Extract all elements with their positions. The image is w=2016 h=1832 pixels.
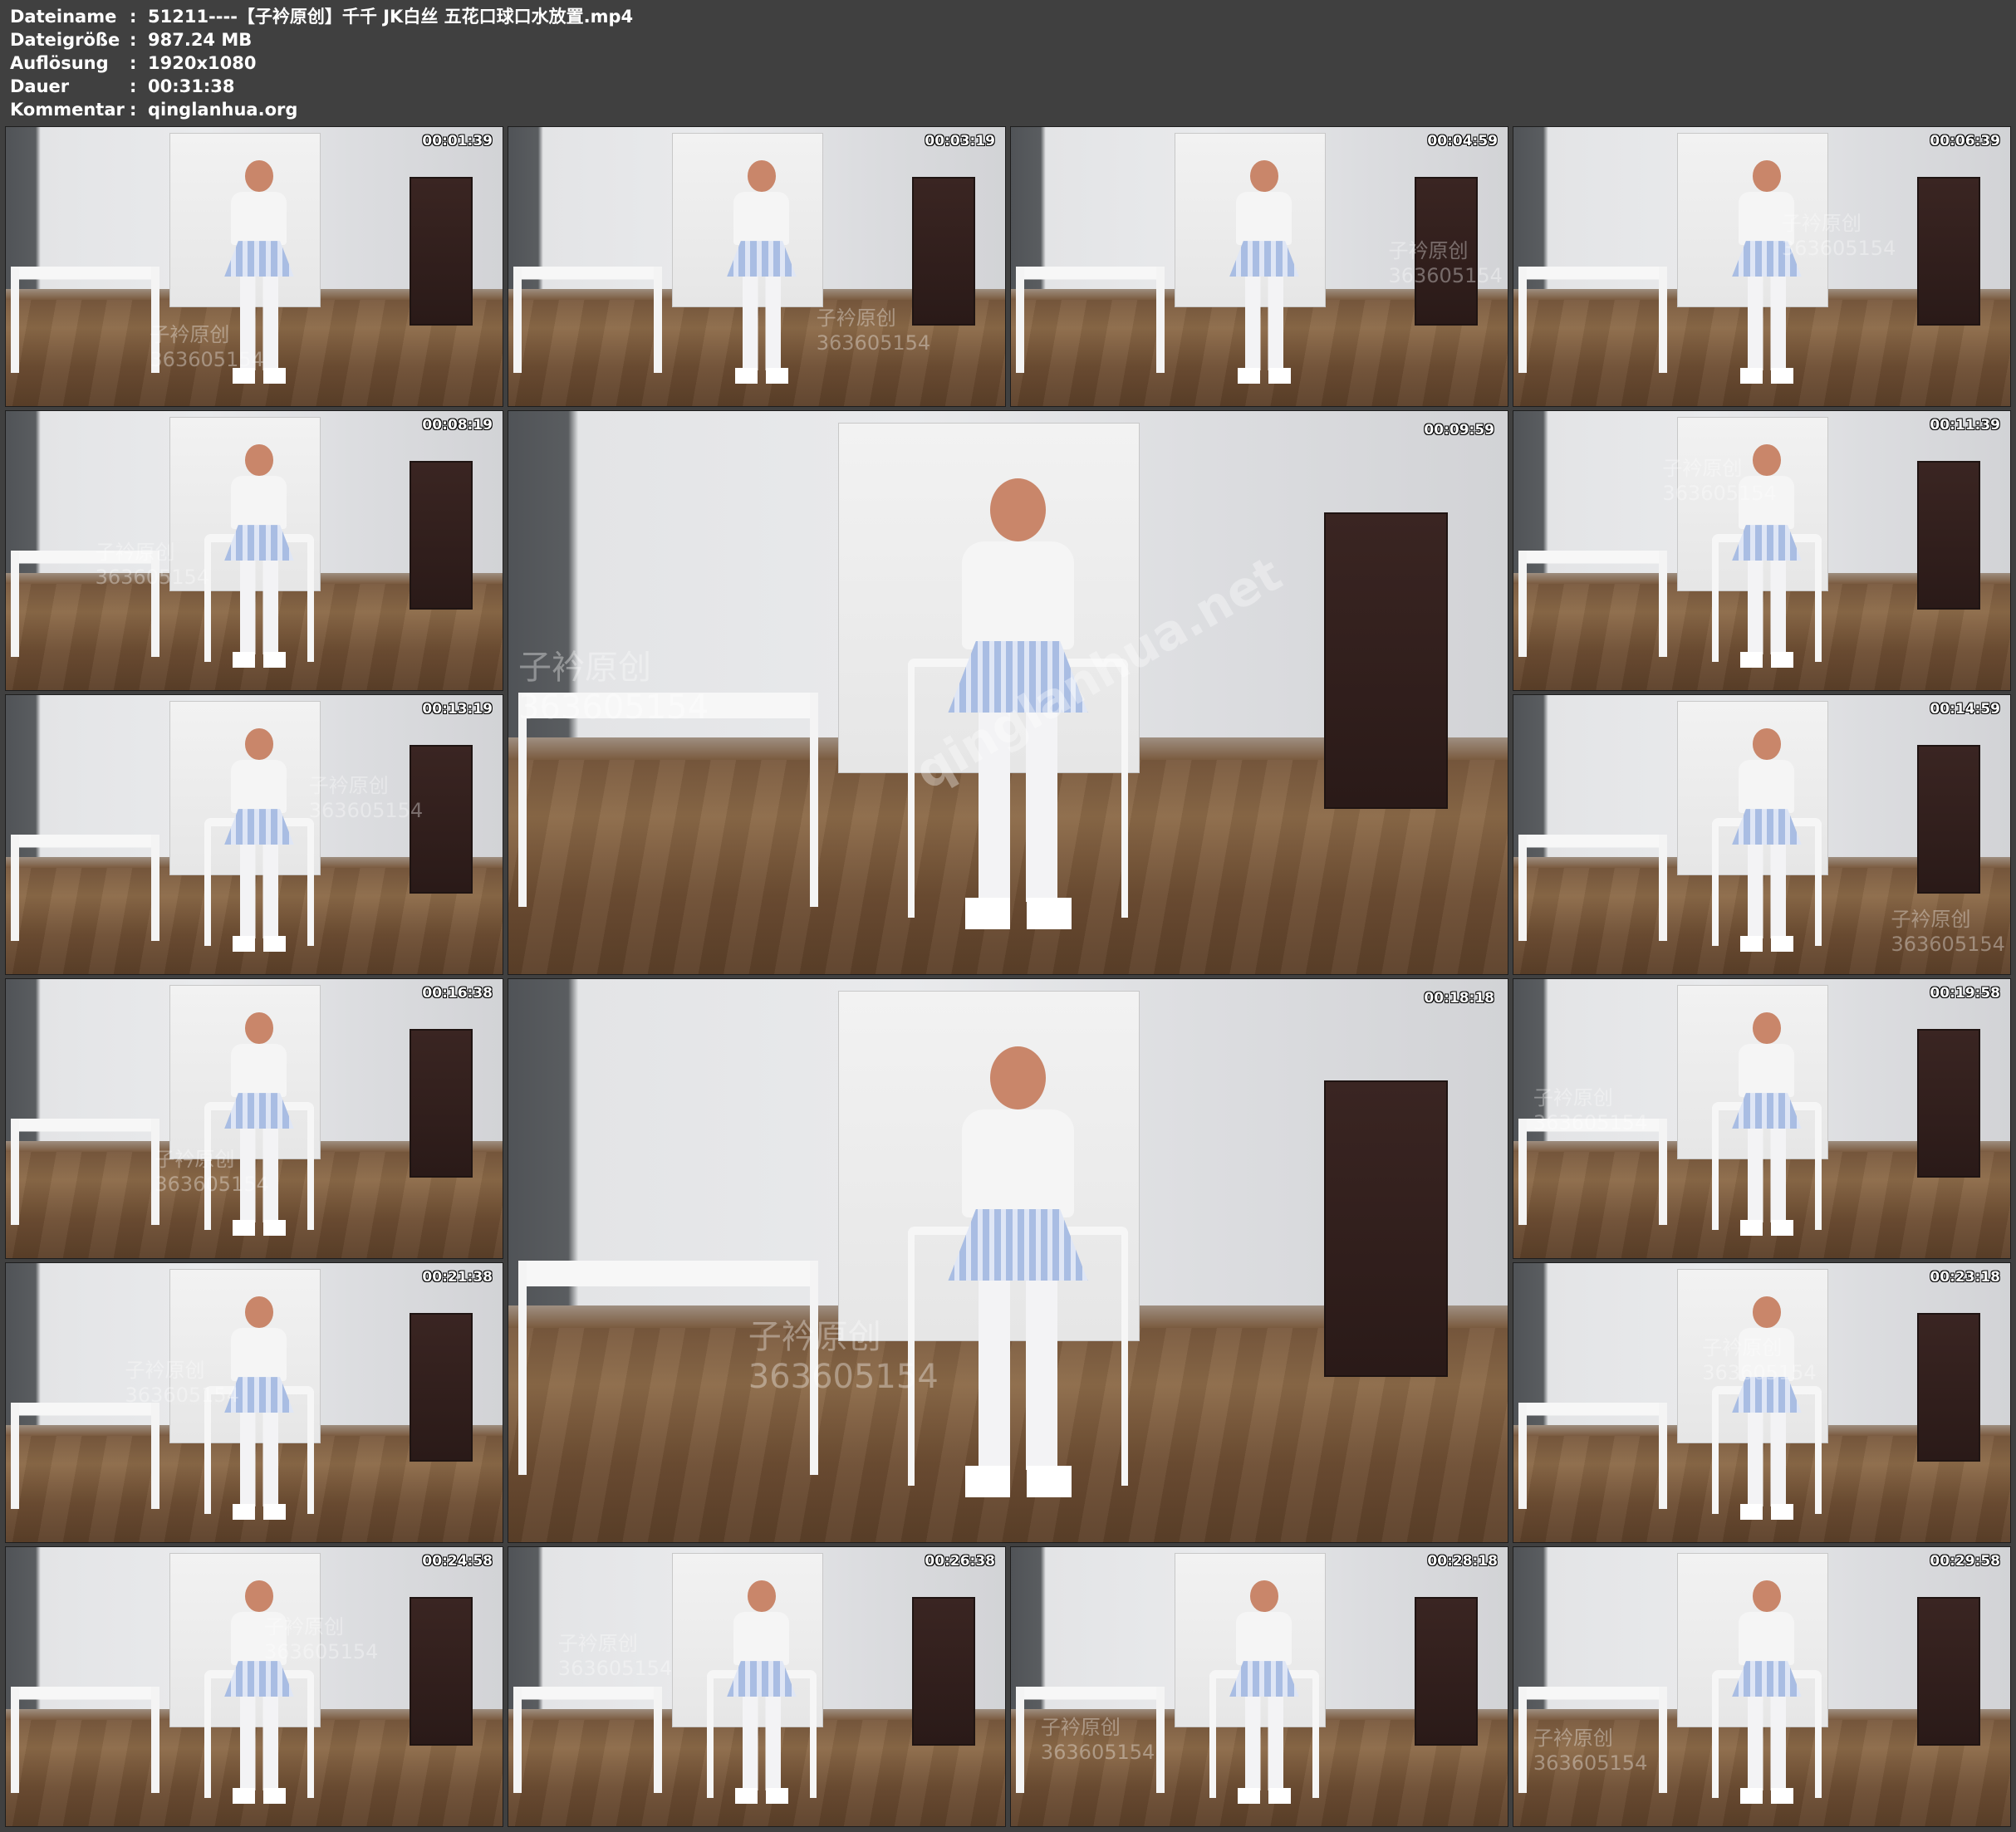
watermark: 子衿原创 363605154 <box>150 323 264 372</box>
watermark: 子衿原创 363605154 <box>1891 908 2005 957</box>
thumbnail-timestamp: 00:28:18 <box>1427 1553 1498 1570</box>
scene-door <box>410 461 473 610</box>
watermark: 子衿原创 363605154 <box>1533 1085 1648 1134</box>
scene-table <box>1518 551 1668 657</box>
person-figure <box>1732 728 1802 953</box>
scene-door <box>912 177 976 326</box>
person-figure <box>727 1580 797 1805</box>
person-figure <box>224 444 294 669</box>
scene-door <box>410 1597 473 1746</box>
scene-door <box>1917 1313 1981 1462</box>
scene-door <box>1917 745 1981 894</box>
person-figure <box>1229 1580 1299 1805</box>
scene-door <box>1917 461 1981 610</box>
scene-table <box>1015 267 1165 373</box>
watermark: 子衿原创 363605154 <box>125 1359 239 1408</box>
scene-door <box>912 1597 976 1746</box>
video-thumbnail[interactable]: 子衿原创 363605154 00:16:38 <box>5 978 503 1259</box>
scene-door <box>1917 177 1981 326</box>
video-thumbnail[interactable]: 子衿原创 363605154 00:14:59 <box>1513 694 2011 975</box>
person-figure <box>727 160 797 385</box>
scene-table <box>513 1687 663 1793</box>
video-thumbnail[interactable]: 子衿原创 363605154 00:23:18 <box>1513 1262 2011 1543</box>
watermark: 子衿原创 363605154 <box>518 648 709 727</box>
video-thumbnail[interactable]: 子衿原创 363605154 00:03:19 <box>508 126 1006 407</box>
video-thumbnail[interactable]: 子衿原创 363605154 00:29:58 <box>1513 1546 2011 1827</box>
scene-table <box>1518 267 1668 373</box>
watermark: 子衿原创 363605154 <box>308 774 424 823</box>
scene-door <box>1917 1029 1981 1178</box>
video-thumbnail[interactable]: 子衿原创 363605154 00:06:39 <box>1513 126 2011 407</box>
scene-table <box>1518 835 1668 941</box>
person-figure <box>948 1046 1088 1497</box>
thumbnail-timestamp: 00:23:18 <box>1930 1269 2000 1286</box>
person-figure <box>224 1012 294 1237</box>
video-thumbnail-large[interactable]: 子衿原创 363605154 00:18:18 <box>508 978 1508 1543</box>
person-figure <box>1732 1012 1802 1237</box>
scene-door <box>410 1029 473 1178</box>
watermark: 子衿原创 363605154 <box>748 1317 939 1396</box>
video-thumbnail[interactable]: 子衿原创 363605154 00:08:19 <box>5 410 503 691</box>
person-figure <box>1732 1580 1802 1805</box>
scene-table <box>513 267 663 373</box>
person-figure <box>1732 1296 1802 1521</box>
thumbnail-timestamp: 00:08:19 <box>422 417 493 434</box>
watermark: 子衿原创 363605154 <box>1388 239 1503 288</box>
watermark: 子衿原创 363605154 <box>1040 1715 1155 1764</box>
thumbnail-timestamp: 00:03:19 <box>925 133 995 149</box>
watermark: 子衿原创 363605154 <box>95 540 210 589</box>
thumbnail-timestamp: 00:18:18 <box>1424 990 1494 1007</box>
thumbnail-timestamp: 00:14:59 <box>1930 701 2000 718</box>
thumbnail-timestamp: 00:29:58 <box>1930 1553 2000 1570</box>
thumbnail-timestamp: 00:19:58 <box>1930 985 2000 1002</box>
thumbnail-timestamp: 00:16:38 <box>422 985 493 1002</box>
thumbnail-timestamp: 00:13:19 <box>422 701 493 718</box>
video-thumbnail[interactable]: 子衿原创 363605154 00:24:58 <box>5 1546 503 1827</box>
video-thumbnail[interactable]: 子衿原创 363605154 00:13:19 <box>5 694 503 975</box>
thumbnail-timestamp: 00:24:58 <box>422 1553 493 1570</box>
watermark: 子衿原创 363605154 <box>1781 211 1896 260</box>
scene-door <box>1415 1597 1479 1746</box>
thumbnail-timestamp: 00:04:59 <box>1427 133 1498 149</box>
scene-table <box>10 1687 160 1793</box>
watermark: 子衿原创 363605154 <box>1662 456 1777 505</box>
thumbnail-grid: 子衿原创 363605154 00:01:39 子衿原创 363605154 00:… <box>0 0 2016 1832</box>
thumbnail-timestamp: 00:21:38 <box>422 1269 493 1286</box>
scene-table <box>10 835 160 941</box>
video-thumbnail[interactable]: 子衿原创 363605154 00:11:39 <box>1513 410 2011 691</box>
thumbnail-timestamp: 00:26:38 <box>925 1553 995 1570</box>
scene-table <box>10 1403 160 1509</box>
scene-door <box>1324 1080 1448 1377</box>
person-figure <box>1229 160 1299 385</box>
thumbnail-timestamp: 00:06:39 <box>1930 133 2000 149</box>
scene-table <box>10 1119 160 1225</box>
scene-door <box>1324 512 1448 809</box>
video-thumbnail[interactable]: 子衿原创 363605154 00:28:18 <box>1010 1546 1508 1827</box>
scene-table <box>10 267 160 373</box>
person-figure <box>224 1296 294 1521</box>
scene-table <box>1518 1403 1668 1509</box>
watermark: 子衿原创 363605154 <box>263 1614 379 1663</box>
watermark: 子衿原创 363605154 <box>1702 1336 1817 1385</box>
video-thumbnail[interactable]: 子衿原创 363605154 00:19:58 <box>1513 978 2011 1259</box>
thumbnail-timestamp: 00:11:39 <box>1930 417 2000 434</box>
video-thumbnail[interactable]: 子衿原创 363605154 00:04:59 <box>1010 126 1508 407</box>
scene-door <box>1917 1597 1981 1746</box>
watermark: 子衿原创 363605154 <box>1533 1727 1648 1776</box>
thumbnail-timestamp: 00:09:59 <box>1424 422 1494 438</box>
video-thumbnail[interactable]: 子衿原创 363605154 00:01:39 <box>5 126 503 407</box>
watermark: 子衿原创 363605154 <box>155 1147 269 1196</box>
watermark: 子衿原创 363605154 <box>816 306 931 355</box>
thumbnail-timestamp: 00:01:39 <box>422 133 493 149</box>
video-thumbnail[interactable]: 子衿原创 363605154 00:26:38 <box>508 1546 1006 1827</box>
scene-door <box>410 177 473 326</box>
scene-door <box>410 1313 473 1462</box>
video-thumbnail[interactable]: 子衿原创 363605154 00:21:38 <box>5 1262 503 1543</box>
person-figure <box>224 728 294 953</box>
watermark: 子衿原创 363605154 <box>557 1631 673 1680</box>
person-figure <box>1732 160 1802 385</box>
